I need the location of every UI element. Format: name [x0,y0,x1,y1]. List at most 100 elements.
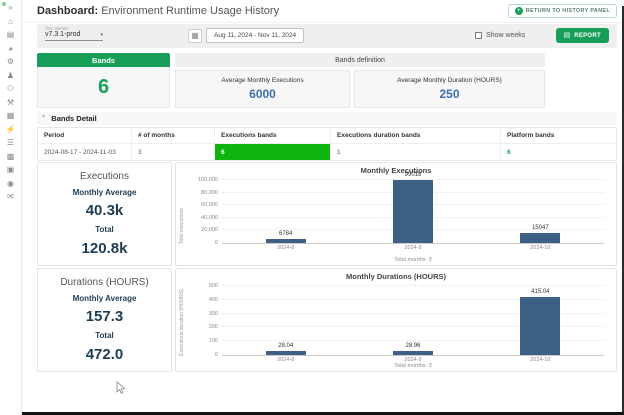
executions-total-value: 120.8k [82,240,128,257]
files-icon[interactable]: ▣ [7,166,15,174]
cell-executions-duration-bands: 1 [331,143,501,160]
x-tick-label: 2024-9 [349,245,476,251]
bolt-icon[interactable]: ⚡ [6,126,16,134]
pie-chart-icon[interactable]: ◕ [8,45,13,53]
y-tick-label: 300 [209,311,218,317]
chart-title: Monthly Durations (HOURS) [176,272,616,281]
bar-value-label: 28.96 [349,343,476,349]
y-tick-label: 80,000 [201,190,218,196]
avg-monthly-executions-label: Average Monthly Executions [221,77,303,84]
show-weeks-toggle[interactable]: Show weeks [475,32,525,39]
list-icon[interactable]: ☰ [7,139,14,147]
return-icon: + [515,7,523,15]
x-tick-label: 2024-10 [477,245,604,251]
plot-area: 010020030040050028.042024-828.962024-941… [222,286,604,356]
y-tick-label: 60,000 [201,202,218,208]
sidebar-icon-rail: » ⌂ ▤ ◕ ⚙ ♟ ⚇ ⚒ ▦ ⚡ ☰ ▩ ▣ ◉ ✉ [0,0,22,415]
y-tick-label: 40,000 [201,215,218,221]
executions-total-label: Total [95,225,114,234]
bands-detail-title: Bands Detail [51,114,96,123]
bar-value-label: 6784 [222,231,349,237]
return-button-label: RETURN TO HISTORY PANEL [526,8,610,14]
executions-title: Executions [80,171,129,182]
bar-2024-8[interactable] [266,239,306,243]
avg-monthly-duration-value: 250 [439,87,459,101]
avg-monthly-duration-card: Average Monthly Duration (HOURS) 250 [354,70,545,108]
durations-total-label: Total [95,331,114,340]
y-tick-label: 100 [209,338,218,344]
report-button-label: REPORT [574,33,601,39]
y-tick-label: 400 [209,297,218,303]
date-range-input[interactable]: Aug 11, 2024 - Nov 11, 2024 [206,28,304,43]
collapse-sidebar-icon[interactable]: » [8,4,12,12]
page-title-prefix: Dashboard: [37,5,98,17]
durations-monthly-average-label: Monthly Average [73,294,137,303]
bar-2024-9[interactable] [393,180,433,243]
durations-total-value: 472.0 [86,346,124,363]
executions-monthly-average-value: 40.3k [86,202,124,219]
bands-definition-panel: Bands definition Average Monthly Executi… [175,53,545,108]
grid-icon[interactable]: ▩ [7,153,15,161]
y-tick-label: 0 [215,240,218,246]
users-icon[interactable]: ⚇ [7,85,14,93]
tools-icon[interactable]: ⚒ [7,99,14,107]
bands-value: 6 [37,67,170,108]
document-icon[interactable]: ▤ [7,31,15,39]
collapse-chevron-icon[interactable]: ^ [42,115,45,122]
y-axis-label: Total executions [179,180,185,244]
return-to-history-panel-button[interactable]: + RETURN TO HISTORY PANEL [508,4,617,18]
cell-period: 2024-08-17 - 2024-11-03 [38,143,132,160]
modules-icon[interactable]: ▦ [7,112,15,120]
bands-card: Bands 6 [37,53,170,108]
page-title: Dashboard: Environment Runtime Usage His… [37,5,279,17]
x-axis-label: Total months: 3 [222,363,604,369]
bar-2024-8[interactable] [266,351,306,355]
eye-icon[interactable]: ◉ [7,180,14,188]
bar-2024-10[interactable] [520,297,560,355]
gear-icon[interactable]: ⚙ [7,58,14,66]
y-tick-label: 20,000 [201,227,218,233]
cell-executions-bands: 6 [215,143,331,160]
x-axis-label: Total months: 3 [222,257,604,263]
table-row[interactable]: 2024-08-17 - 2024-11-03 3 6 1 6 [38,143,616,160]
bar-2024-10[interactable] [520,233,560,243]
bar-value-label: 15047 [477,225,604,231]
user-icon[interactable]: ♟ [7,72,14,80]
y-axis-label: Executions duration (HOURS) [179,286,185,356]
table-header-row: Period # of months Executions bands Exec… [38,128,616,143]
col-months: # of months [132,128,215,143]
monthly-durations-chart: Monthly Durations (HOURS) Executions dur… [175,268,617,372]
report-button[interactable]: ▤ REPORT [556,28,609,43]
bands-detail-table: Period # of months Executions bands Exec… [37,127,617,161]
y-tick-label: 100,000 [198,177,218,183]
y-tick-label: 200 [209,324,218,330]
chat-icon[interactable]: ✉ [7,193,14,201]
cell-platform-bands: 6 [501,143,616,160]
bands-detail-header: ^ Bands Detail [37,112,617,125]
mouse-cursor [115,381,127,395]
bar-2024-9[interactable] [393,351,433,355]
avg-monthly-executions-card: Average Monthly Executions 6000 [175,70,350,108]
bar-value-label: 415.04 [477,289,604,295]
y-tick-label: 500 [209,283,218,289]
col-platform-bands: Platform bands [501,128,616,143]
durations-title: Durations (HOURS) [60,277,148,288]
bar-value-label: 28.04 [222,343,349,349]
bands-card-header: Bands [37,53,170,67]
y-tick-label: 0 [215,352,218,358]
col-period: Period [38,128,132,143]
plot-area: 020,00040,00060,00080,000100,00067842024… [222,180,604,244]
durations-summary-card: Durations (HOURS) Monthly Average 157.3 … [37,268,172,372]
show-weeks-checkbox[interactable] [475,32,482,39]
col-executions-duration-bands: Executions duration bands [331,128,501,143]
page-title-text: Environment Runtime Usage History [101,5,279,17]
col-executions-bands: Executions bands [215,128,331,143]
home-icon[interactable]: ⌂ [8,18,13,26]
calendar-icon[interactable]: ▦ [188,29,202,43]
tac-server-select[interactable]: TAC Server v7.3.1-prod ▾ [45,26,103,41]
bands-definition-title: Bands definition [175,53,545,67]
bar-value-label: 99018 [349,172,476,178]
date-range-group: ▦ Aug 11, 2024 - Nov 11, 2024 [188,28,304,43]
durations-monthly-average-value: 157.3 [86,308,124,325]
x-tick-label: 2024-8 [222,245,349,251]
